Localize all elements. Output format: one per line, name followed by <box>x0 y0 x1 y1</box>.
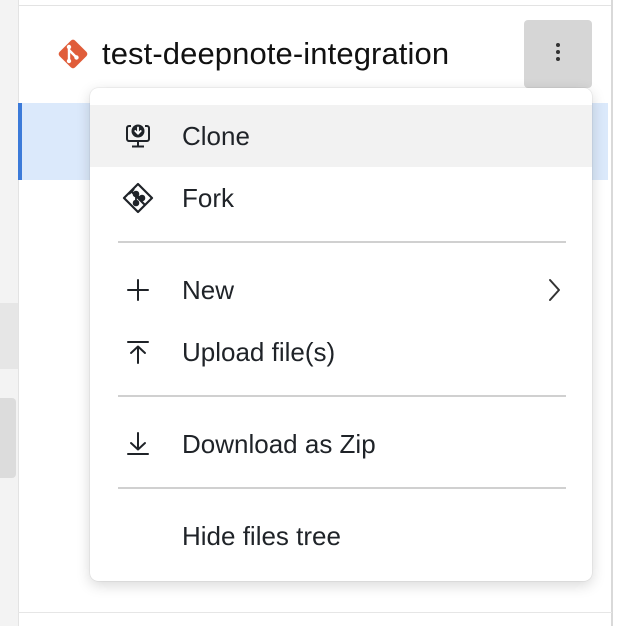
clone-download-icon <box>120 118 156 154</box>
repo-actions-menu: Clone Fork New Upload file(s) Download a… <box>90 88 592 581</box>
menu-separator <box>118 395 566 397</box>
sidebar-rail-handle[interactable] <box>0 398 16 478</box>
menu-item-new[interactable]: New <box>90 259 592 321</box>
repo-header: test-deepnote-integration <box>56 34 449 74</box>
kebab-vertical-icon <box>555 42 561 67</box>
more-options-button[interactable] <box>524 20 592 88</box>
bottom-border <box>18 612 612 613</box>
menu-item-label: Upload file(s) <box>182 336 336 367</box>
upload-icon <box>120 334 156 370</box>
menu-item-upload-files[interactable]: Upload file(s) <box>90 321 592 383</box>
download-icon <box>120 426 156 462</box>
menu-item-download-zip[interactable]: Download as Zip <box>90 413 592 475</box>
menu-item-clone[interactable]: Clone <box>90 105 592 167</box>
menu-separator <box>118 487 566 489</box>
menu-item-hide-files-tree[interactable]: Hide files tree <box>90 505 592 567</box>
menu-item-label: Clone <box>182 120 250 151</box>
menu-item-fork[interactable]: Fork <box>90 167 592 229</box>
fork-icon <box>120 180 156 216</box>
menu-item-label: Hide files tree <box>182 520 341 551</box>
repo-title: test-deepnote-integration <box>102 36 450 71</box>
right-pane <box>613 0 630 626</box>
left-sidebar-rail <box>0 0 19 626</box>
git-icon <box>56 37 90 71</box>
plus-icon <box>120 272 156 308</box>
menu-separator <box>118 241 566 243</box>
menu-item-label: Download as Zip <box>182 428 376 459</box>
menu-item-label: New <box>182 274 235 305</box>
top-border <box>18 5 612 6</box>
selected-row-accent <box>18 103 22 180</box>
sidebar-rail-block <box>0 303 18 369</box>
chevron-right-icon <box>542 278 566 302</box>
menu-item-label: Fork <box>182 182 234 213</box>
